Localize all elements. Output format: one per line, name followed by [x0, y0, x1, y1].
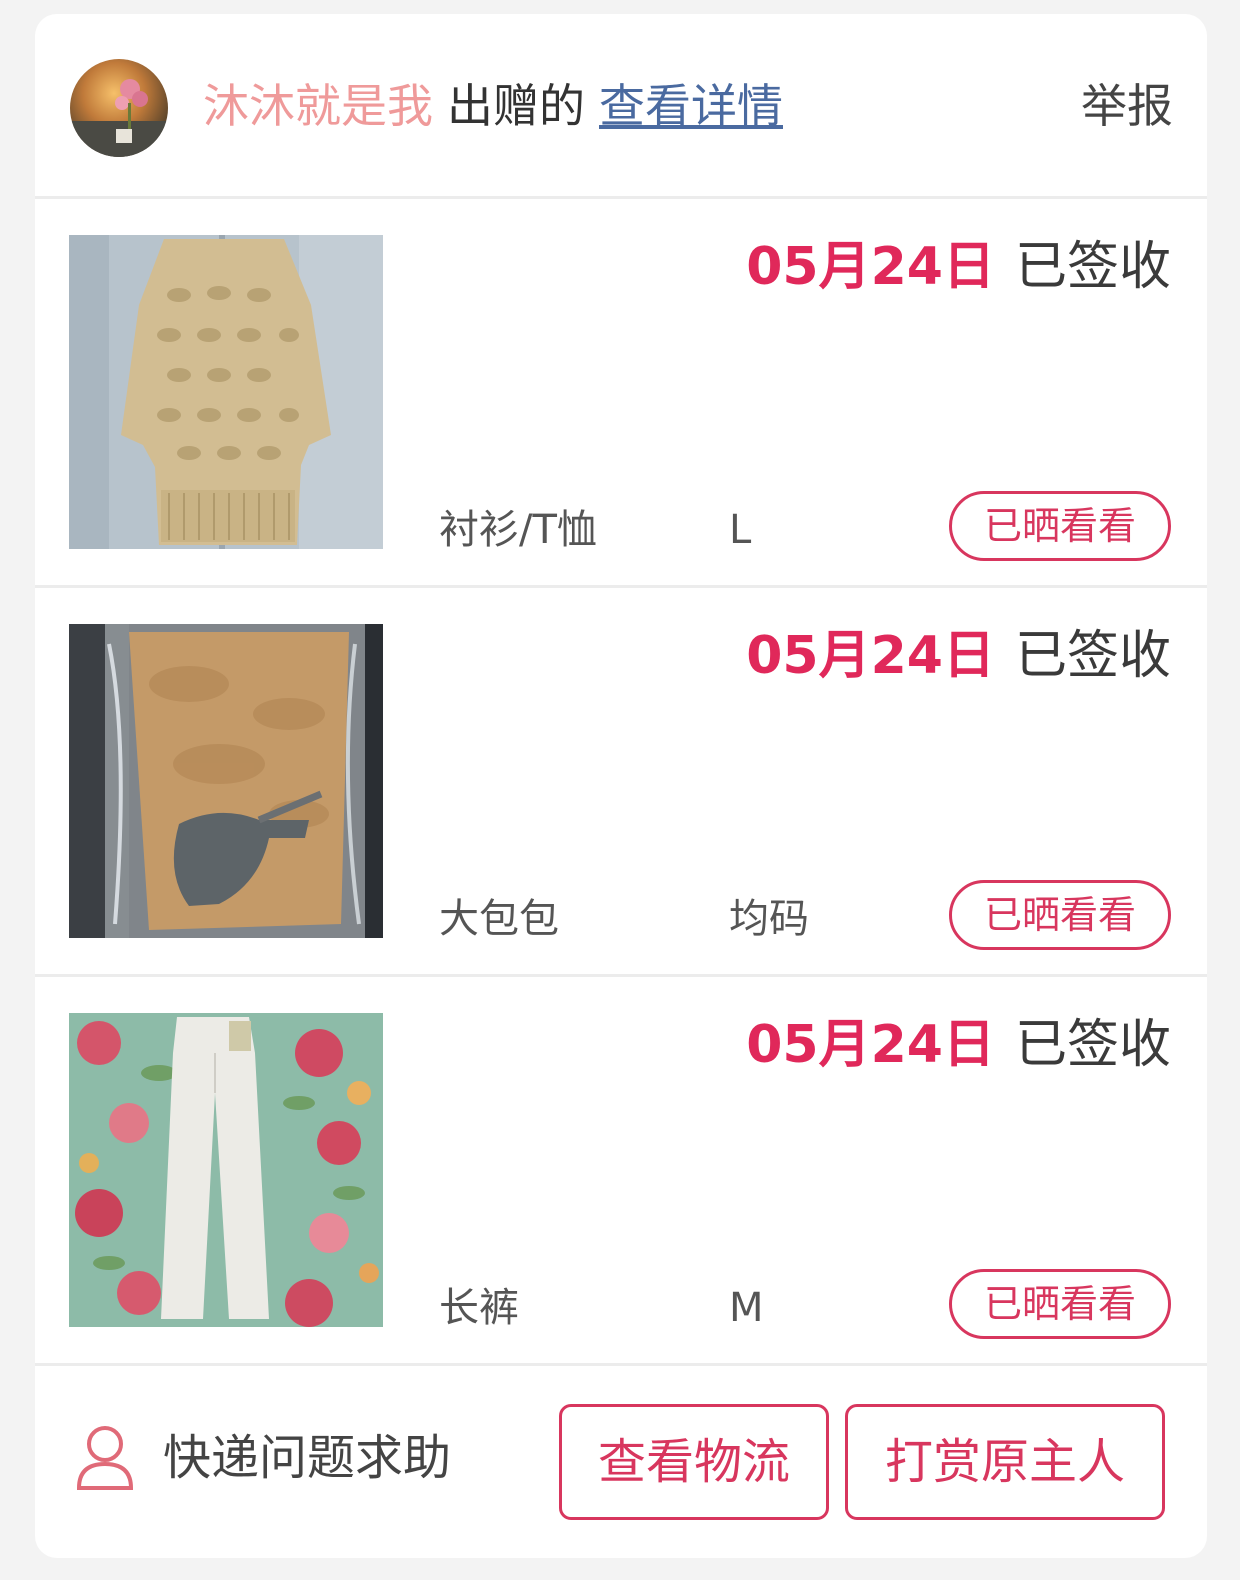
tip-owner-button[interactable]: 打赏原主人	[845, 1404, 1165, 1520]
list-item: 05月24日 已签收 大包包 均码 已晒看看	[35, 588, 1207, 977]
item-category: 长裤	[439, 1285, 519, 1331]
item-category: 大包包	[439, 896, 559, 942]
receipt-date: 05月24日	[746, 237, 995, 297]
list-item: 05月24日 已签收 衬衫/T恤 L 已晒看看	[35, 199, 1207, 588]
receipt-status: 05月24日 已签收	[746, 1013, 1171, 1077]
item-photo[interactable]	[69, 624, 383, 938]
item-size: M	[729, 1285, 764, 1331]
donor-header: 沐沐就是我 出赠的 查看详情 举报	[35, 14, 1207, 199]
receipt-state: 已签收	[1014, 626, 1171, 686]
receipt-date: 05月24日	[746, 1015, 995, 1075]
view-logistics-button[interactable]: 查看物流	[559, 1404, 829, 1520]
donation-card: 沐沐就是我 出赠的 查看详情 举报 05月24日 已签收 衬衫/T恤 L 已晒看…	[35, 14, 1207, 1558]
receipt-state: 已签收	[1014, 1015, 1171, 1075]
receipt-status: 05月24日 已签收	[746, 235, 1171, 299]
courier-help-label: 快递问题求助	[163, 1430, 452, 1486]
show-review-button[interactable]: 已晒看看	[949, 1269, 1171, 1339]
item-photo[interactable]	[69, 235, 383, 549]
show-review-button[interactable]: 已晒看看	[949, 491, 1171, 561]
item-photo[interactable]	[69, 1013, 383, 1327]
item-category: 衬衫/T恤	[439, 507, 597, 553]
avatar[interactable]	[70, 59, 168, 157]
item-size: 均码	[729, 896, 809, 942]
receipt-state: 已签收	[1014, 237, 1171, 297]
receipt-status: 05月24日 已签收	[746, 624, 1171, 688]
donation-verb: 出赠的	[447, 79, 585, 133]
donor-username[interactable]: 沐沐就是我	[203, 79, 433, 133]
show-review-button[interactable]: 已晒看看	[949, 880, 1171, 950]
receipt-date: 05月24日	[746, 626, 995, 686]
action-footer: 快递问题求助 查看物流 打赏原主人	[35, 1366, 1207, 1558]
view-details-link[interactable]: 查看详情	[599, 79, 783, 133]
donor-line: 沐沐就是我 出赠的 查看详情	[203, 76, 783, 136]
item-size: L	[729, 507, 752, 553]
report-button[interactable]: 举报	[1081, 76, 1173, 136]
person-icon	[76, 1426, 134, 1490]
list-item: 05月24日 已签收 长裤 M 已晒看看	[35, 977, 1207, 1366]
